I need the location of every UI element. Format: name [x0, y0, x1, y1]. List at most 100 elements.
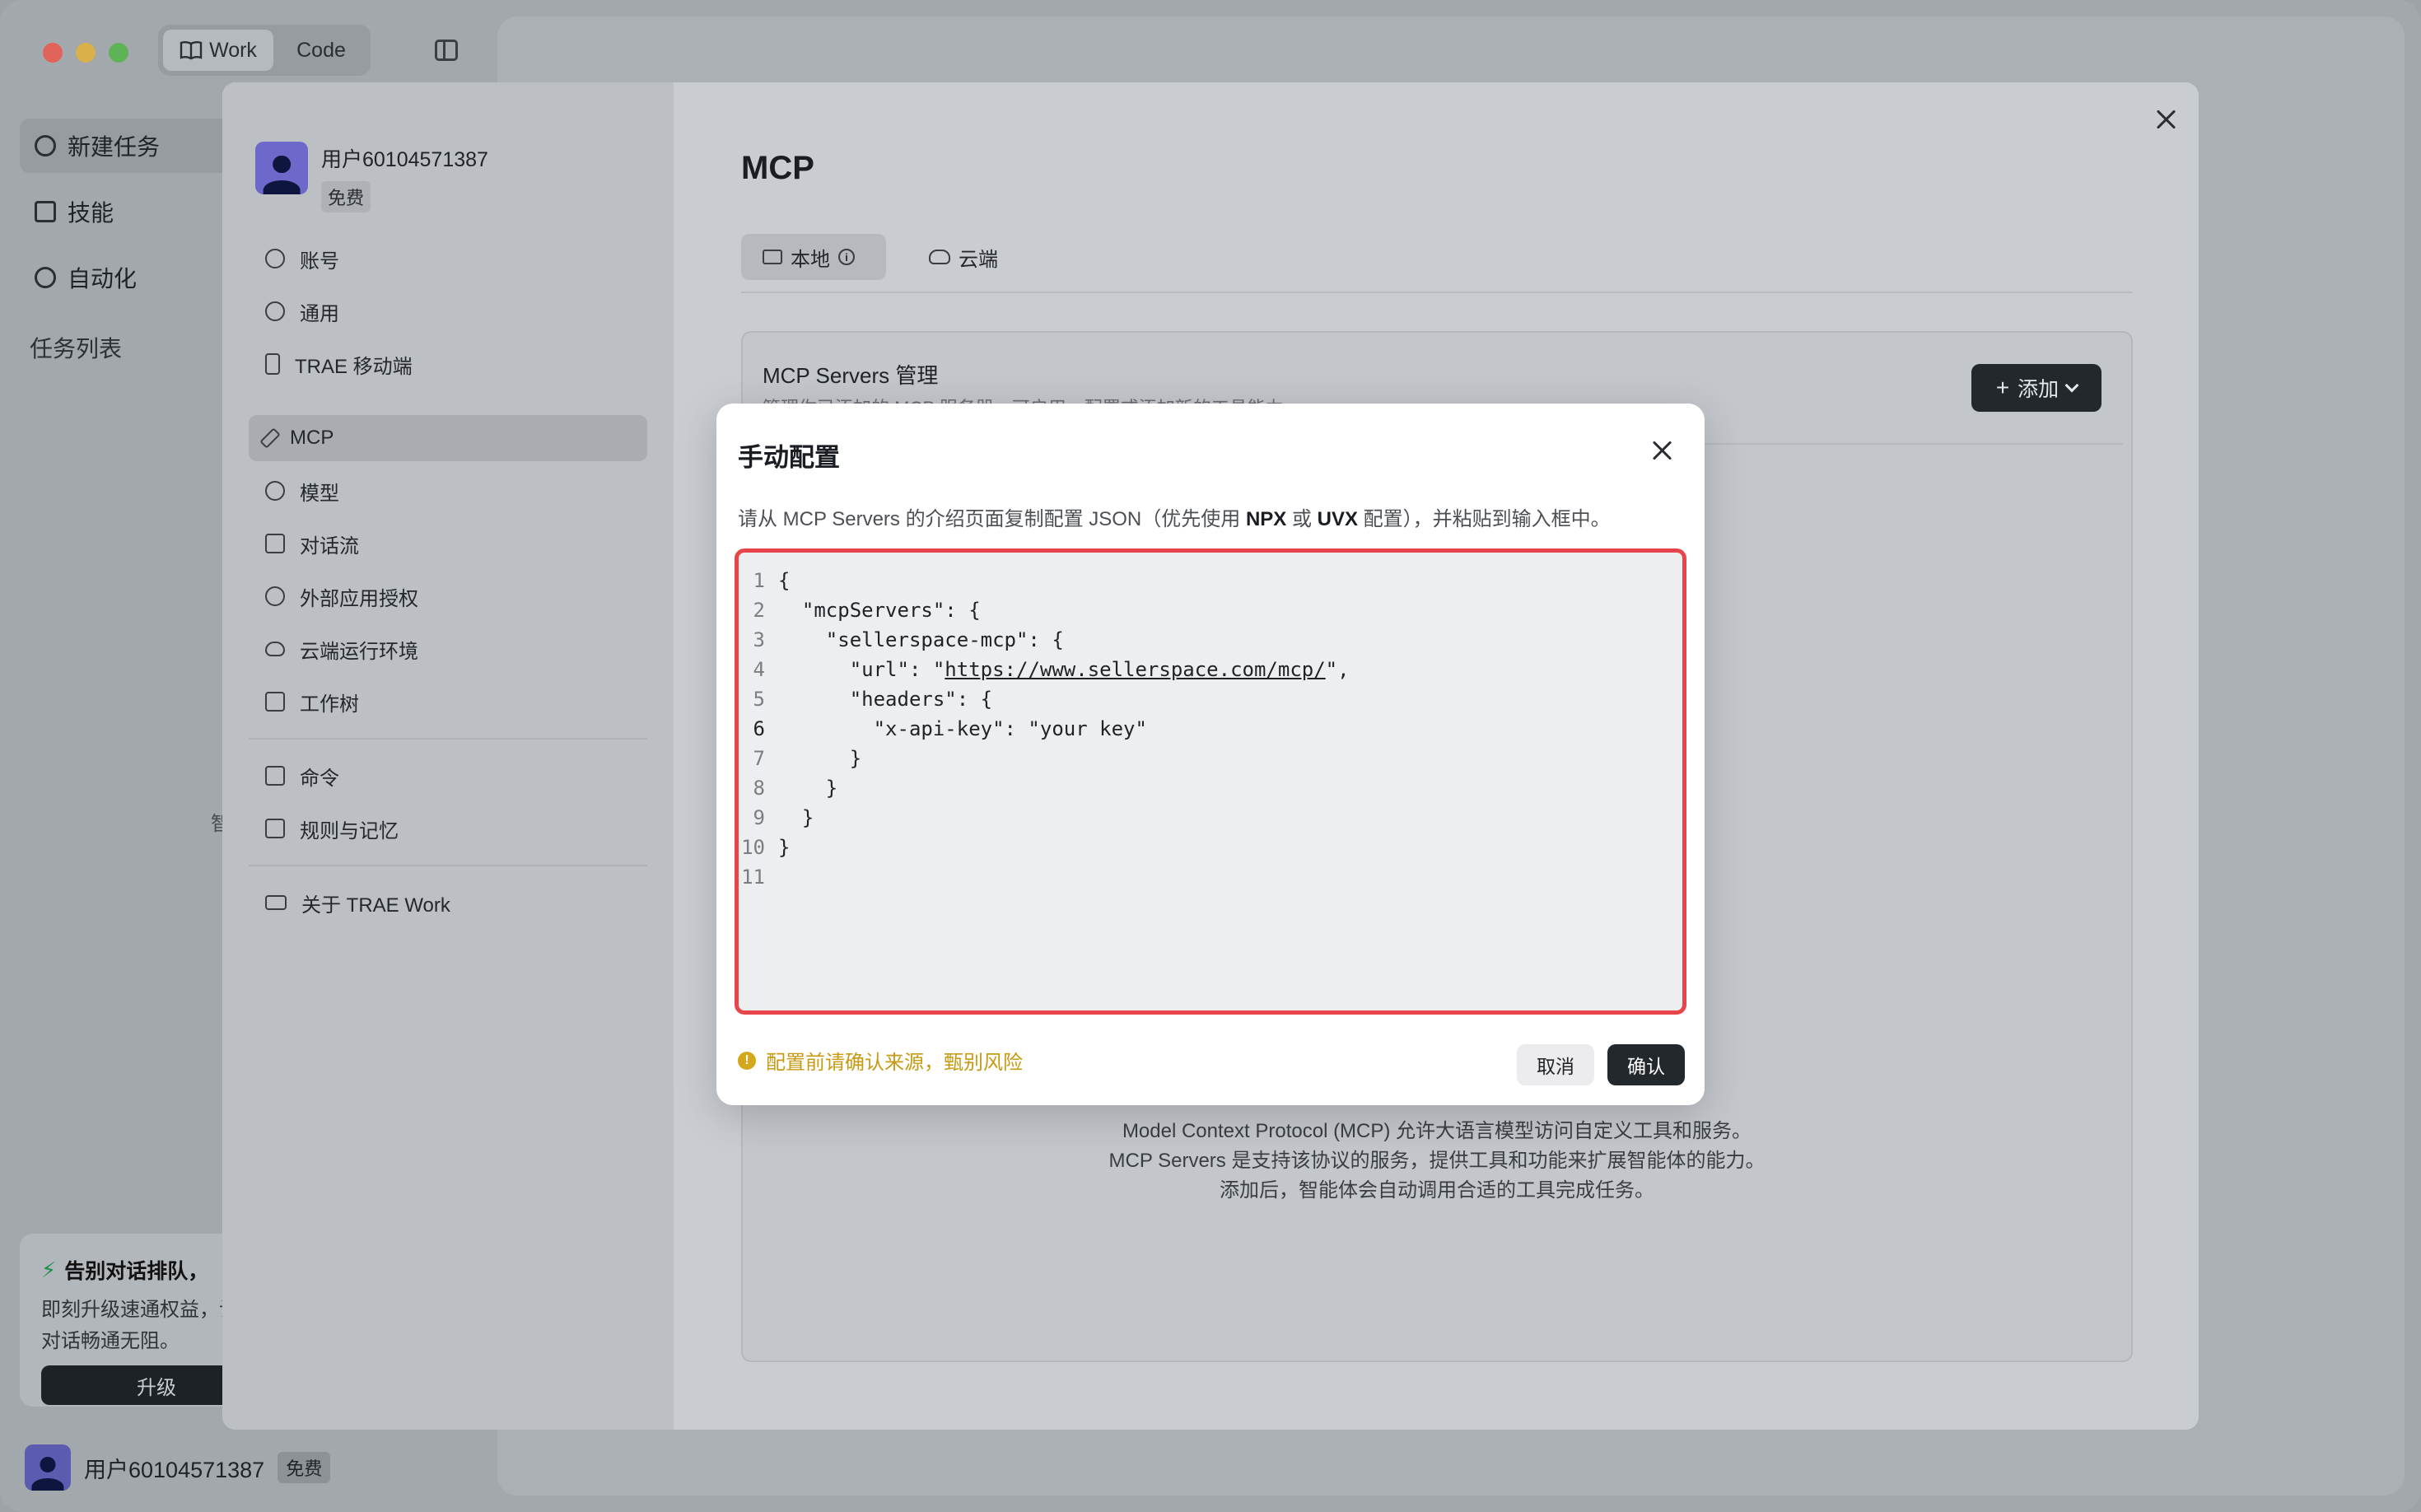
warning-text: 配置前请确认来源，甄别风险 [766, 1052, 1023, 1074]
dialog-hint: 请从 MCP Servers 的介绍页面复制配置 JSON（优先使用 NPX 或… [738, 508, 1611, 530]
settings-item-cloud-env[interactable]: 云端运行环境 [249, 626, 647, 672]
code-line: 8 } [753, 777, 838, 800]
user-circle-icon [265, 249, 285, 268]
nav-new-task[interactable]: 新建任务 [20, 119, 234, 173]
lightning-icon: ⚡ [41, 1257, 57, 1282]
plan-badge: 免费 [278, 1452, 331, 1483]
json-config-editor[interactable]: 1{ 2 "mcpServers": { 3 "sellerspace-mcp"… [735, 548, 1686, 1015]
cancel-button[interactable]: 取消 [1517, 1044, 1594, 1085]
sidebar-toggle-icon[interactable] [435, 40, 458, 61]
settings-item-mcp[interactable]: MCP [249, 415, 647, 461]
mode-code-label: Code [296, 38, 346, 62]
minimize-window-button[interactable] [76, 43, 96, 63]
settings-sidebar: 用户60104571387 免费 账号 通用 TRAE 移动端 MCP 模型 对… [222, 82, 674, 1430]
about-icon [265, 895, 287, 910]
avatar [255, 142, 308, 194]
description-line: MCP Servers 是支持该协议的服务，提供工具和功能来扩展智能体的能力。 [1108, 1150, 1766, 1172]
model-icon [265, 481, 285, 501]
zoom-window-button[interactable] [109, 43, 128, 63]
close-window-button[interactable] [43, 43, 63, 63]
settings-item-label: 命令 [300, 767, 339, 790]
gear-icon [265, 301, 285, 321]
nav-new-task-label: 新建任务 [68, 134, 161, 160]
mode-code-button[interactable]: Code [277, 30, 366, 71]
code-line: 1{ [753, 569, 791, 592]
user-key-icon [265, 586, 285, 606]
settings-close-icon[interactable] [2154, 107, 2179, 132]
warning-icon: ! [738, 1051, 756, 1070]
tab-local-label: 本地 [791, 248, 830, 271]
monitor-icon [763, 250, 782, 264]
mode-switcher: Work Code [158, 25, 371, 76]
add-mcp-button[interactable]: + 添加 [1971, 364, 2101, 412]
chevron-down-icon [2064, 378, 2079, 393]
settings-item-mobile[interactable]: TRAE 移动端 [249, 341, 647, 387]
bottom-user[interactable]: 用户60104571387 免费 [25, 1444, 331, 1491]
plus-icon: + [1995, 375, 2010, 400]
settings-item-label: 对话流 [300, 534, 359, 558]
settings-item-external-auth[interactable]: 外部应用授权 [249, 573, 647, 619]
settings-item-worktree[interactable]: 工作树 [249, 679, 647, 725]
avatar [25, 1444, 71, 1491]
code-line: 9 } [753, 806, 814, 829]
tab-cloud[interactable]: 云端 [916, 234, 998, 280]
dialog-close-icon[interactable] [1650, 438, 1675, 463]
nav-automation[interactable]: 自动化 [20, 250, 234, 305]
dialog-title: 手动配置 [738, 443, 840, 472]
settings-item-label: 外部应用授权 [300, 587, 418, 610]
settings-item-label: TRAE 移动端 [295, 355, 413, 378]
settings-item-conversation[interactable]: 对话流 [249, 520, 647, 567]
info-icon[interactable]: i [838, 249, 855, 265]
settings-item-rules-memory[interactable]: 规则与记忆 [249, 805, 647, 852]
page-title: MCP [741, 150, 814, 186]
code-line: 11 [741, 866, 765, 889]
code-line: 2 "mcpServers": { [753, 599, 981, 622]
skills-icon [35, 201, 56, 222]
task-list-label: 任务列表 [30, 336, 123, 362]
mode-work-label: Work [209, 38, 257, 62]
mode-work-button[interactable]: Work [163, 30, 273, 71]
card-title: MCP Servers 管理 [763, 363, 939, 388]
phone-icon [265, 353, 280, 375]
settings-item-general[interactable]: 通用 [249, 288, 647, 334]
tab-cloud-label: 云端 [959, 248, 998, 271]
wrench-icon [259, 427, 281, 449]
url-link[interactable]: https://www.sellerspace.com/mcp/ [945, 658, 1325, 681]
divider [249, 738, 647, 740]
notebook-icon [265, 819, 285, 838]
settings-item-models[interactable]: 模型 [249, 468, 647, 514]
cloud-icon [929, 250, 950, 264]
nav-automation-label: 自动化 [68, 266, 138, 292]
upgrade-promo-card: ⚡ 告别对话排队， 即刻升级速通权益，让你的对话畅通无阻。 升级 [20, 1234, 242, 1407]
bottom-user-name: 用户60104571387 [84, 1457, 265, 1482]
code-line: 4 "url": " https://www.sellerspace.com/mc… [753, 658, 1350, 681]
mcp-description: Model Context Protocol (MCP) 允许大语言模型访问自定… [741, 1117, 2133, 1206]
code-line: 7 } [753, 747, 862, 770]
description-line: 添加后，智能体会自动调用合适的工具完成任务。 [1220, 1179, 1654, 1202]
settings-user-name: 用户60104571387 [321, 148, 488, 171]
settings-item-label: MCP [290, 427, 334, 449]
settings-item-commands[interactable]: 命令 [249, 753, 647, 799]
slash-command-icon [265, 766, 285, 786]
nav-skills[interactable]: 技能 [20, 184, 234, 239]
plan-badge: 免费 [321, 181, 371, 212]
code-line: 10} [741, 836, 791, 859]
tab-local[interactable]: 本地 i [741, 234, 886, 280]
upgrade-button[interactable]: 升级 [41, 1365, 242, 1405]
book-icon [180, 41, 203, 60]
description-line: Model Context Protocol (MCP) 允许大语言模型访问自定… [1122, 1120, 1752, 1142]
settings-item-label: 工作树 [300, 693, 359, 716]
confirm-button[interactable]: 确认 [1607, 1044, 1685, 1085]
settings-user: 用户60104571387 免费 [255, 142, 488, 212]
settings-item-label: 规则与记忆 [300, 819, 399, 842]
plus-circle-icon [35, 135, 56, 156]
tabs-divider [741, 292, 2133, 293]
settings-item-label: 云端运行环境 [300, 640, 418, 663]
nav-skills-label: 技能 [68, 200, 114, 226]
code-line: 5 "headers": { [753, 688, 993, 711]
promo-text: 即刻升级速通权益，让你的对话畅通无阻。 [41, 1299, 242, 1352]
settings-item-label: 通用 [300, 302, 339, 325]
settings-item-account[interactable]: 账号 [249, 236, 647, 282]
divider [249, 865, 647, 866]
settings-item-about[interactable]: 关于 TRAE Work [249, 880, 647, 926]
